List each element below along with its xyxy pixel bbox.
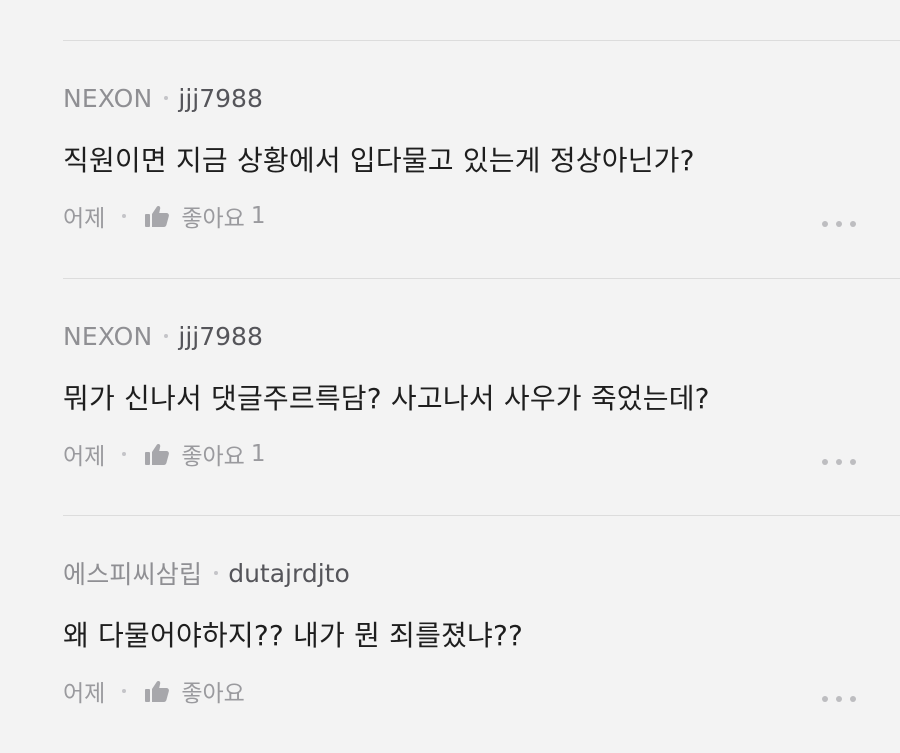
like-count: 1: [250, 203, 266, 229]
more-options-button[interactable]: [822, 216, 856, 232]
more-dot: [850, 459, 856, 465]
dot-separator-icon: [122, 689, 127, 693]
comment-item: NEXON jjj7988 뭐가 신나서 댓글주르륵담? 사고나서 사우가 죽었…: [63, 279, 900, 516]
comment-actions: 어제 좋아요: [63, 675, 251, 707]
like-button[interactable]: 좋아요 1: [144, 437, 265, 471]
comment-actions: 어제 좋아요 1: [63, 200, 265, 232]
comment-author-row: NEXON jjj7988: [63, 83, 263, 113]
comment-author-row: NEXON jjj7988: [63, 321, 263, 351]
author-org: 에스피씨삼립: [63, 560, 203, 589]
author-username[interactable]: jjj7988: [178, 322, 262, 351]
more-options-button[interactable]: [822, 691, 856, 707]
comment-text: 직원이면 지금 상황에서 입다물고 있는게 정상아닌가?: [63, 144, 695, 177]
author-org: NEXON: [63, 83, 153, 113]
dot-separator-icon: [164, 334, 169, 338]
thumbs-up-icon: [145, 444, 170, 465]
more-dot: [836, 459, 842, 465]
thumbs-up-icon: [145, 206, 170, 227]
dot-separator-icon: [122, 214, 127, 218]
more-dot: [822, 459, 828, 465]
author-username[interactable]: dutajrdjto: [228, 559, 350, 588]
dot-separator-icon: [214, 571, 219, 575]
dot-separator-icon: [122, 452, 127, 456]
like-count: 1: [250, 441, 266, 467]
comment-actions: 어제 좋아요 1: [63, 438, 265, 470]
more-options-button[interactable]: [822, 454, 856, 470]
more-dot: [822, 221, 828, 227]
comment-text: 뭐가 신나서 댓글주르륵담? 사고나서 사우가 죽었는데?: [63, 382, 710, 415]
comment-author-row: 에스피씨삼립 dutajrdjto: [63, 558, 350, 590]
author-username[interactable]: jjj7988: [178, 84, 262, 113]
thumbs-up-icon: [145, 681, 170, 702]
more-dot: [836, 696, 842, 702]
comment-time: 어제: [63, 206, 106, 232]
like-button[interactable]: 좋아요: [144, 674, 250, 708]
author-org: NEXON: [63, 321, 153, 351]
more-dot: [850, 696, 856, 702]
like-button[interactable]: 좋아요 1: [144, 199, 265, 233]
like-label: 좋아요: [181, 681, 245, 707]
comment-time: 어제: [63, 444, 106, 470]
comment-item: 에스피씨삼립 dutajrdjto 왜 다물어야하지?? 내가 뭔 죄를졌냐??…: [63, 516, 900, 753]
comment-time: 어제: [63, 681, 106, 707]
like-label: 좋아요: [181, 444, 245, 470]
comment-text: 왜 다물어야하지?? 내가 뭔 죄를졌냐??: [63, 619, 524, 652]
more-dot: [836, 221, 842, 227]
dot-separator-icon: [164, 96, 169, 100]
comment-item: NEXON jjj7988 직원이면 지금 상황에서 입다물고 있는게 정상아닌…: [63, 41, 900, 278]
like-label: 좋아요: [181, 206, 245, 232]
more-dot: [822, 696, 828, 702]
more-dot: [850, 221, 856, 227]
